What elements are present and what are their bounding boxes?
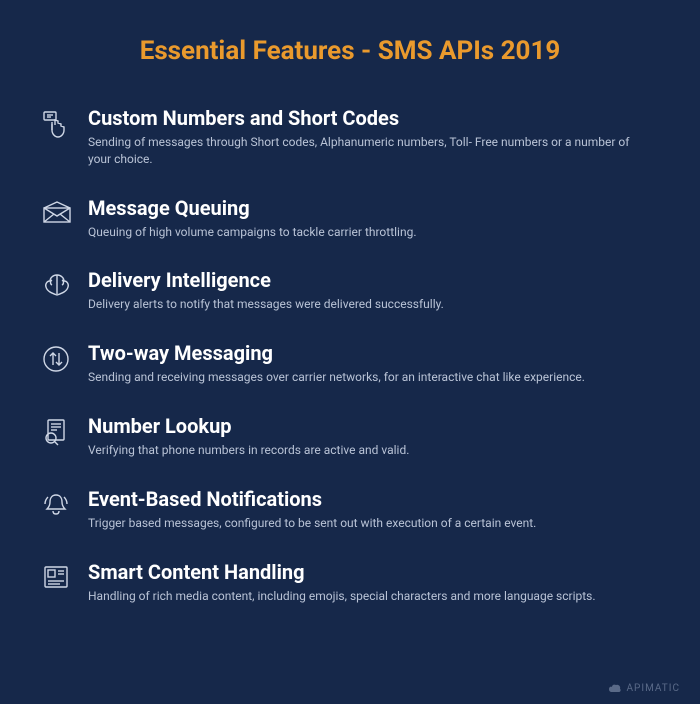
feature-delivery-intelligence: Delivery Intelligence Delivery alerts to… (42, 268, 658, 313)
feature-description: Sending of messages through Short codes,… (88, 134, 648, 168)
feature-description: Trigger based messages, configured to be… (88, 515, 648, 532)
feature-event-notifications: Event-Based Notifications Trigger based … (42, 487, 658, 532)
hand-press-icon (42, 110, 88, 140)
feature-title: Delivery Intelligence (88, 268, 658, 292)
bell-icon (42, 491, 88, 519)
footer-brand: APIMATIC (608, 683, 680, 694)
feature-title: Message Queuing (88, 196, 658, 220)
feature-title: Event-Based Notifications (88, 487, 658, 511)
feature-description: Sending and receiving messages over carr… (88, 369, 648, 386)
footer-text: APIMATIC (627, 683, 680, 694)
feature-description: Verifying that phone numbers in records … (88, 442, 648, 459)
feature-description: Handling of rich media content, includin… (88, 588, 648, 605)
feature-title: Custom Numbers and Short Codes (88, 106, 658, 130)
feature-title: Smart Content Handling (88, 560, 658, 584)
two-way-arrows-icon (42, 345, 88, 373)
feature-title: Number Lookup (88, 414, 658, 438)
feature-message-queuing: Message Queuing Queuing of high volume c… (42, 196, 658, 241)
feature-title: Two-way Messaging (88, 341, 658, 365)
feature-smart-content: Smart Content Handling Handling of rich … (42, 560, 658, 605)
envelope-icon (42, 200, 88, 224)
feature-description: Queuing of high volume campaigns to tack… (88, 224, 648, 241)
feature-custom-numbers: Custom Numbers and Short Codes Sending o… (42, 106, 658, 168)
page-title: Essential Features - SMS APIs 2019 (42, 36, 658, 66)
cloud-icon (608, 684, 622, 694)
document-search-icon (42, 418, 88, 446)
feature-number-lookup: Number Lookup Verifying that phone numbe… (42, 414, 658, 459)
content-box-icon (42, 564, 88, 590)
brain-icon (42, 272, 88, 298)
feature-description: Delivery alerts to notify that messages … (88, 296, 648, 313)
feature-two-way-messaging: Two-way Messaging Sending and receiving … (42, 341, 658, 386)
